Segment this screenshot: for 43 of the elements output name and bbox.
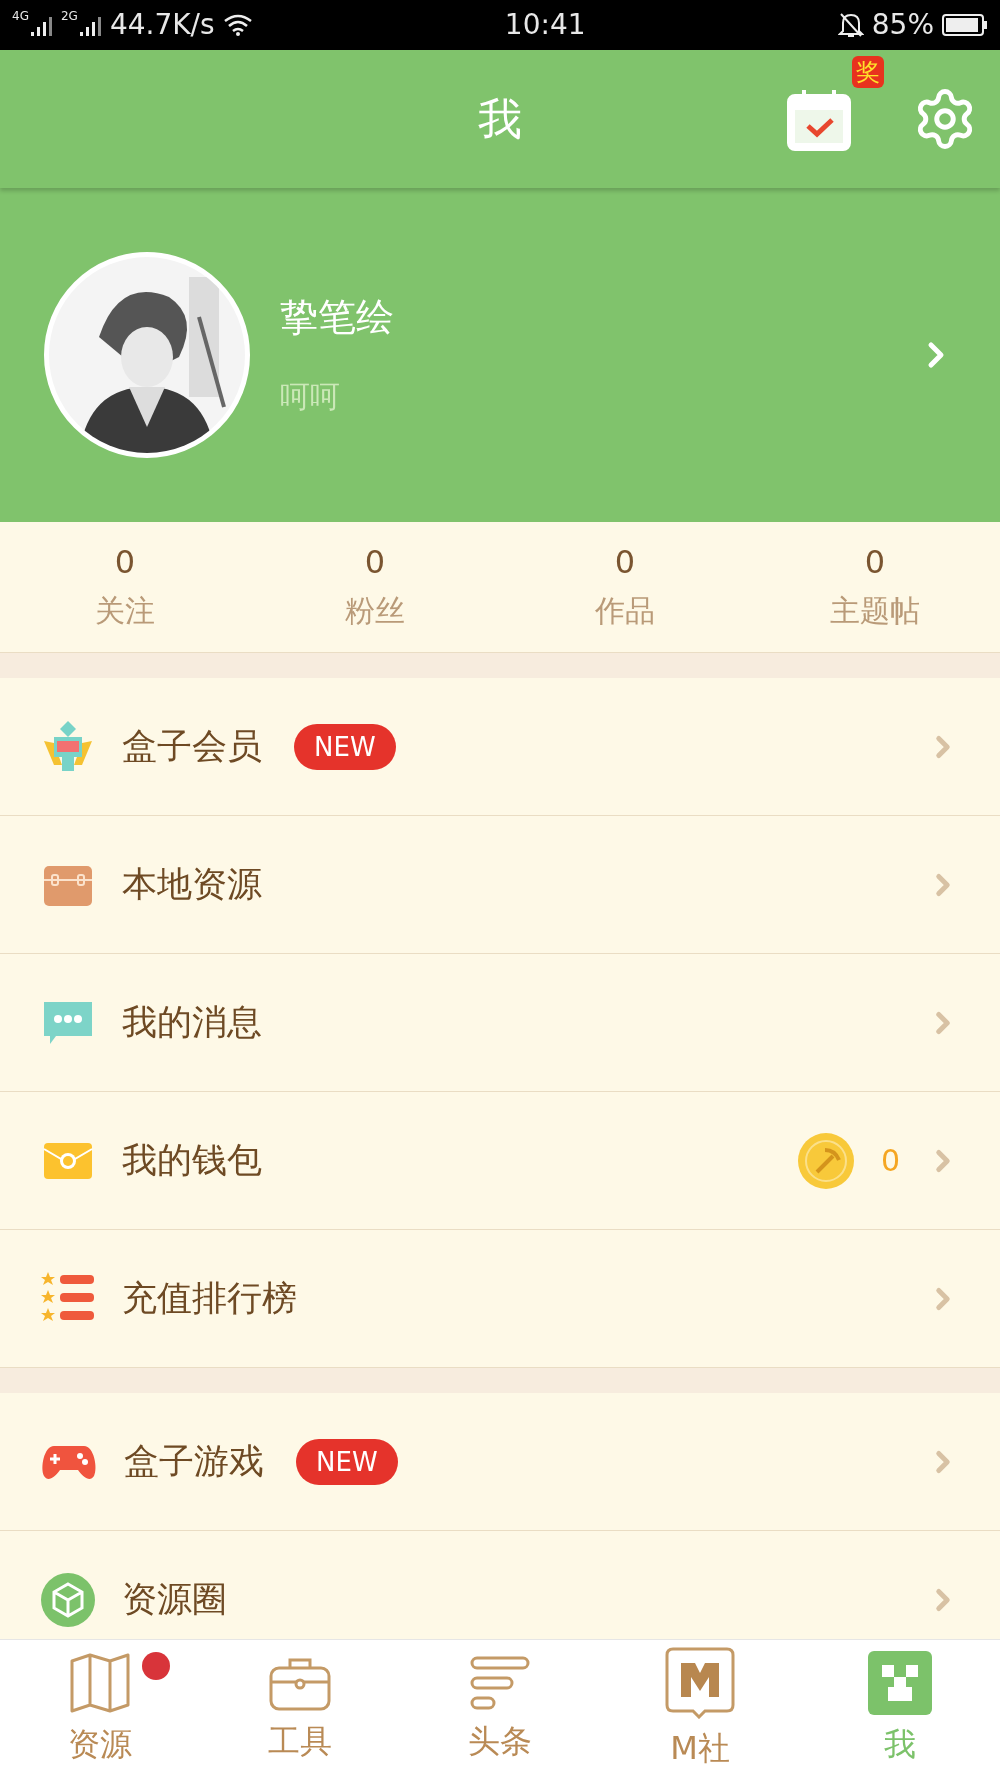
reward-badge: 奖 bbox=[852, 56, 884, 88]
new-badge: NEW bbox=[294, 723, 396, 770]
headlines-icon[interactable] bbox=[468, 1654, 532, 1712]
menu-label: 盒子会员 bbox=[122, 725, 262, 768]
stat-label: 关注 bbox=[95, 591, 155, 630]
battery-icon bbox=[942, 13, 988, 37]
map-icon[interactable] bbox=[68, 1651, 132, 1715]
coin-balance: 0 bbox=[880, 1143, 900, 1178]
stat-value: 0 bbox=[364, 542, 386, 581]
page-title: 我 bbox=[478, 91, 522, 146]
menu-label: 我的消息 bbox=[122, 1001, 262, 1044]
stat-value: 0 bbox=[114, 542, 136, 581]
menu-label: 资源圈 bbox=[122, 1578, 227, 1621]
menu-label: 我的钱包 bbox=[122, 1139, 262, 1182]
menu-row[interactable]: 盒子游戏 NEW bbox=[0, 1393, 1000, 1531]
stat-label: 粉丝 bbox=[345, 591, 405, 630]
wifi-icon bbox=[222, 13, 253, 37]
menu-row[interactable]: 我的消息 bbox=[0, 954, 1000, 1092]
stat-label: 作品 bbox=[595, 591, 655, 630]
block-face-icon[interactable] bbox=[868, 1651, 932, 1715]
user-name: 挚笔绘 bbox=[280, 294, 395, 341]
network-speed: 44.7K/s bbox=[109, 9, 215, 41]
user-bio: 呵呵 bbox=[280, 378, 341, 416]
clock: 10:41 bbox=[504, 9, 586, 41]
menu-label: 充值排行榜 bbox=[122, 1277, 297, 1320]
stat-value: 0 bbox=[614, 542, 636, 581]
menu-label: 盒子游戏 bbox=[124, 1440, 264, 1483]
bell-off-icon bbox=[837, 11, 864, 39]
coin-icon bbox=[796, 1131, 855, 1190]
network-label: 4G bbox=[12, 10, 29, 22]
community-icon[interactable] bbox=[665, 1647, 735, 1719]
battery-percent: 85% bbox=[871, 9, 934, 41]
signal-icon bbox=[79, 14, 102, 36]
signal-icon bbox=[30, 14, 53, 36]
network-label: 2G bbox=[60, 10, 78, 22]
cube-icon bbox=[40, 1571, 96, 1628]
stat-label: 主题帖 bbox=[830, 591, 920, 630]
new-badge: NEW bbox=[296, 1438, 398, 1485]
menu-row[interactable]: 本地资源 bbox=[0, 816, 1000, 954]
menu-row[interactable]: 盒子会员 NEW bbox=[0, 678, 1000, 816]
menu-row[interactable]: 我的钱包 0 bbox=[0, 1092, 1000, 1230]
stat-value: 0 bbox=[864, 542, 886, 581]
menu-label: 本地资源 bbox=[122, 863, 262, 906]
